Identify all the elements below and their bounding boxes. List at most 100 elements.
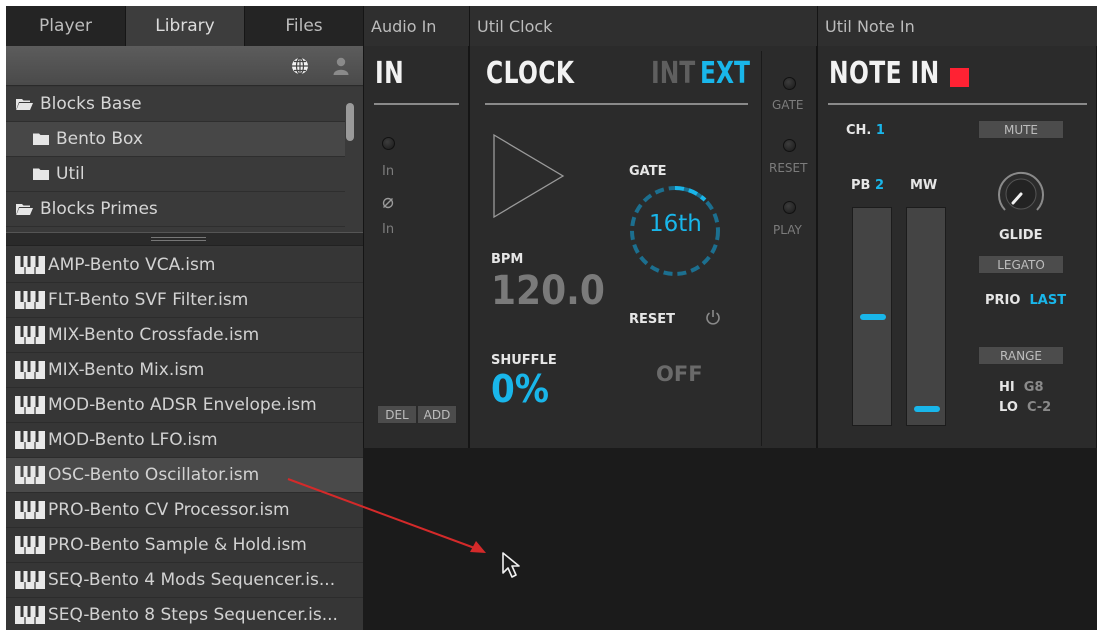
- instrument-file-icon: [15, 396, 45, 414]
- panel-splitter[interactable]: [6, 232, 363, 246]
- file-item[interactable]: PRO-Bento Sample & Hold.ism: [6, 528, 363, 563]
- pitchbend-handle[interactable]: [860, 313, 886, 320]
- mute-button[interactable]: MUTE: [978, 120, 1064, 139]
- module-title: NOTE IN: [829, 56, 940, 91]
- instrument-file-icon: [15, 571, 45, 589]
- user-icon[interactable]: [333, 57, 349, 75]
- title-divider: [828, 103, 1087, 105]
- file-item[interactable]: AMP-Bento VCA.ism: [6, 248, 363, 283]
- tab-library[interactable]: Library: [126, 6, 245, 46]
- range-button[interactable]: RANGE: [978, 346, 1064, 365]
- module-util-note-in: NOTE IN CH. 1 MUTE PB 2 MW GLIDE LEGATO …: [817, 46, 1097, 448]
- browser-toolbar: [6, 46, 363, 86]
- file-item[interactable]: SEQ-Bento 4 Mods Sequencer.is...: [6, 563, 363, 598]
- play-output-port[interactable]: [783, 201, 796, 214]
- reset-output-label: RESET: [769, 161, 808, 175]
- module-header-label: Util Note In: [825, 16, 915, 36]
- folder-label: Blocks Primes: [40, 199, 158, 219]
- instrument-file-icon: [15, 326, 45, 344]
- priority-value[interactable]: LAST: [1030, 293, 1067, 308]
- modwheel-handle[interactable]: [914, 405, 940, 412]
- app-window: Player Library Files Blocks Base Bento B…: [6, 6, 1097, 630]
- gate-output-label: GATE: [772, 98, 804, 112]
- file-label: AMP-Bento VCA.ism: [48, 255, 216, 275]
- instrument-file-icon: [15, 466, 45, 484]
- instrument-file-icon: [15, 606, 45, 624]
- file-label: OSC-Bento Oscillator.ism: [48, 465, 260, 485]
- splitter-grip: [151, 237, 206, 241]
- instrument-file-icon: [15, 536, 45, 554]
- range-hi-label: HI: [999, 380, 1015, 395]
- module-header-audio-in[interactable]: Audio In: [363, 6, 469, 46]
- tab-player[interactable]: Player: [6, 6, 126, 46]
- file-item[interactable]: MIX-Bento Crossfade.ism: [6, 318, 363, 353]
- range-lo-label: LO: [999, 400, 1018, 415]
- folder-blocks-base[interactable]: Blocks Base: [6, 87, 345, 122]
- shuffle-label: SHUFFLE: [491, 353, 557, 368]
- file-item[interactable]: MOD-Bento ADSR Envelope.ism: [6, 388, 363, 423]
- outputs-divider: [761, 51, 762, 446]
- rack-empty-area[interactable]: [363, 448, 1097, 630]
- file-label: MIX-Bento Mix.ism: [48, 360, 205, 380]
- instrument-file-icon: [15, 431, 45, 449]
- file-item[interactable]: MIX-Bento Mix.ism: [6, 353, 363, 388]
- reset-label: RESET: [629, 312, 676, 327]
- folder-label: Util: [56, 164, 85, 184]
- gate-label: GATE: [629, 164, 667, 179]
- play-icon[interactable]: [492, 133, 566, 219]
- del-button[interactable]: DEL: [377, 405, 417, 424]
- file-label: MOD-Bento ADSR Envelope.ism: [48, 395, 317, 415]
- priority-label: PRIO: [985, 293, 1021, 308]
- bpm-value[interactable]: 120.0: [491, 268, 605, 314]
- add-button[interactable]: ADD: [417, 405, 457, 424]
- file-item[interactable]: FLT-Bento SVF Filter.ism: [6, 283, 363, 318]
- open-folder-icon: [16, 204, 33, 215]
- file-label: MOD-Bento LFO.ism: [48, 430, 218, 450]
- reset-output-port[interactable]: [783, 139, 796, 152]
- instrument-file-icon: [15, 361, 45, 379]
- file-item-selected[interactable]: OSC-Bento Oscillator.ism: [6, 458, 363, 493]
- gate-output-port[interactable]: [783, 77, 796, 90]
- modwheel-slider[interactable]: [906, 207, 946, 426]
- pitchbend-range[interactable]: 2: [875, 178, 884, 193]
- folder-label: Blocks Base: [40, 94, 142, 114]
- phase-invert-icon[interactable]: [382, 197, 394, 209]
- file-list: AMP-Bento VCA.ism FLT-Bento SVF Filter.i…: [6, 248, 363, 630]
- tab-files[interactable]: Files: [245, 6, 363, 46]
- power-icon[interactable]: [705, 309, 721, 326]
- channel-value[interactable]: 1: [876, 123, 885, 138]
- folder-scrollbar-thumb[interactable]: [346, 103, 354, 141]
- pitchbend-slider[interactable]: [852, 207, 892, 426]
- folder-blocks-primes[interactable]: Blocks Primes: [6, 192, 345, 227]
- folder-tree: Blocks Base Bento Box Util Blocks Primes: [6, 87, 363, 232]
- folder-util[interactable]: Util: [6, 157, 345, 192]
- globe-icon[interactable]: [291, 57, 309, 75]
- file-label: FLT-Bento SVF Filter.ism: [48, 290, 249, 310]
- record-indicator[interactable]: [950, 68, 969, 87]
- bpm-label: BPM: [491, 252, 524, 267]
- module-header-util-note-in[interactable]: Util Note In: [817, 6, 1097, 46]
- folder-label: Bento Box: [56, 129, 143, 149]
- legato-button[interactable]: LEGATO: [978, 255, 1064, 274]
- file-label: PRO-Bento Sample & Hold.ism: [48, 535, 307, 555]
- folder-bento-box[interactable]: Bento Box: [6, 122, 345, 157]
- range-hi-value[interactable]: G8: [1024, 380, 1044, 395]
- reset-value: OFF: [656, 362, 703, 386]
- gate-value: 16th: [649, 211, 702, 237]
- file-item[interactable]: SEQ-Bento 8 Steps Sequencer.is...: [6, 598, 363, 630]
- module-header-label: Audio In: [371, 16, 437, 36]
- shuffle-value[interactable]: 0%: [491, 367, 549, 411]
- module-title: IN: [375, 56, 405, 91]
- pitchbend-label: PB: [851, 178, 871, 193]
- module-util-clock: CLOCK INT EXT GATE 16th BPM 120.0 RESET …: [469, 46, 817, 448]
- browser-tabs: Player Library Files: [6, 6, 363, 46]
- input-port-1[interactable]: [382, 137, 395, 150]
- file-item[interactable]: PRO-Bento CV Processor.ism: [6, 493, 363, 528]
- file-item[interactable]: MOD-Bento LFO.ism: [6, 423, 363, 458]
- module-header-util-clock[interactable]: Util Clock: [469, 6, 817, 46]
- int-toggle[interactable]: INT: [651, 56, 695, 91]
- glide-knob[interactable]: [993, 166, 1049, 222]
- ext-toggle[interactable]: EXT: [700, 56, 750, 91]
- input-label-2: In: [382, 222, 395, 237]
- range-lo-value[interactable]: C-2: [1027, 400, 1051, 415]
